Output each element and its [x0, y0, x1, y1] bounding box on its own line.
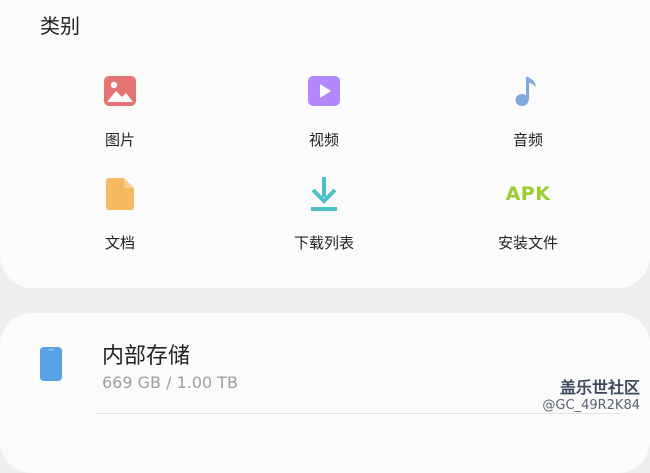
category-label: 文档 — [104, 234, 135, 252]
apk-icon: APK — [505, 183, 551, 205]
storage-title: 内部存储 — [102, 344, 191, 369]
watermark-sub: @GC_49R2K84 — [542, 398, 640, 413]
internal-storage-card[interactable]: 内部存储 669 GB / 1.00 TB — [0, 313, 650, 473]
category-label: 图片 — [104, 131, 135, 149]
category-label: 安装文件 — [497, 234, 558, 252]
divider — [95, 413, 620, 414]
category-installers[interactable]: APK 安装文件 — [453, 174, 603, 253]
video-icon — [249, 71, 399, 111]
category-images[interactable]: 图片 — [45, 71, 195, 150]
download-icon — [249, 174, 399, 214]
category-videos[interactable]: 视频 — [249, 71, 399, 150]
image-icon — [45, 71, 195, 111]
category-label: 音频 — [512, 131, 543, 149]
phone-icon — [40, 347, 62, 385]
watermark-title: 盖乐世社区 — [559, 378, 640, 397]
music-note-icon — [453, 71, 603, 111]
category-downloads[interactable]: 下载列表 — [249, 174, 399, 253]
categories-title: 类别 — [40, 14, 80, 38]
storage-usage: 669 GB / 1.00 TB — [102, 373, 239, 392]
category-documents[interactable]: 文档 — [45, 174, 195, 253]
category-label: 视频 — [308, 131, 339, 149]
category-label: 下载列表 — [293, 234, 354, 252]
categories-card: 类别 图片 视频 音频 文档 下载列表 APK 安装文件 — [0, 0, 650, 288]
category-audio[interactable]: 音频 — [453, 71, 603, 150]
document-icon — [45, 174, 195, 214]
